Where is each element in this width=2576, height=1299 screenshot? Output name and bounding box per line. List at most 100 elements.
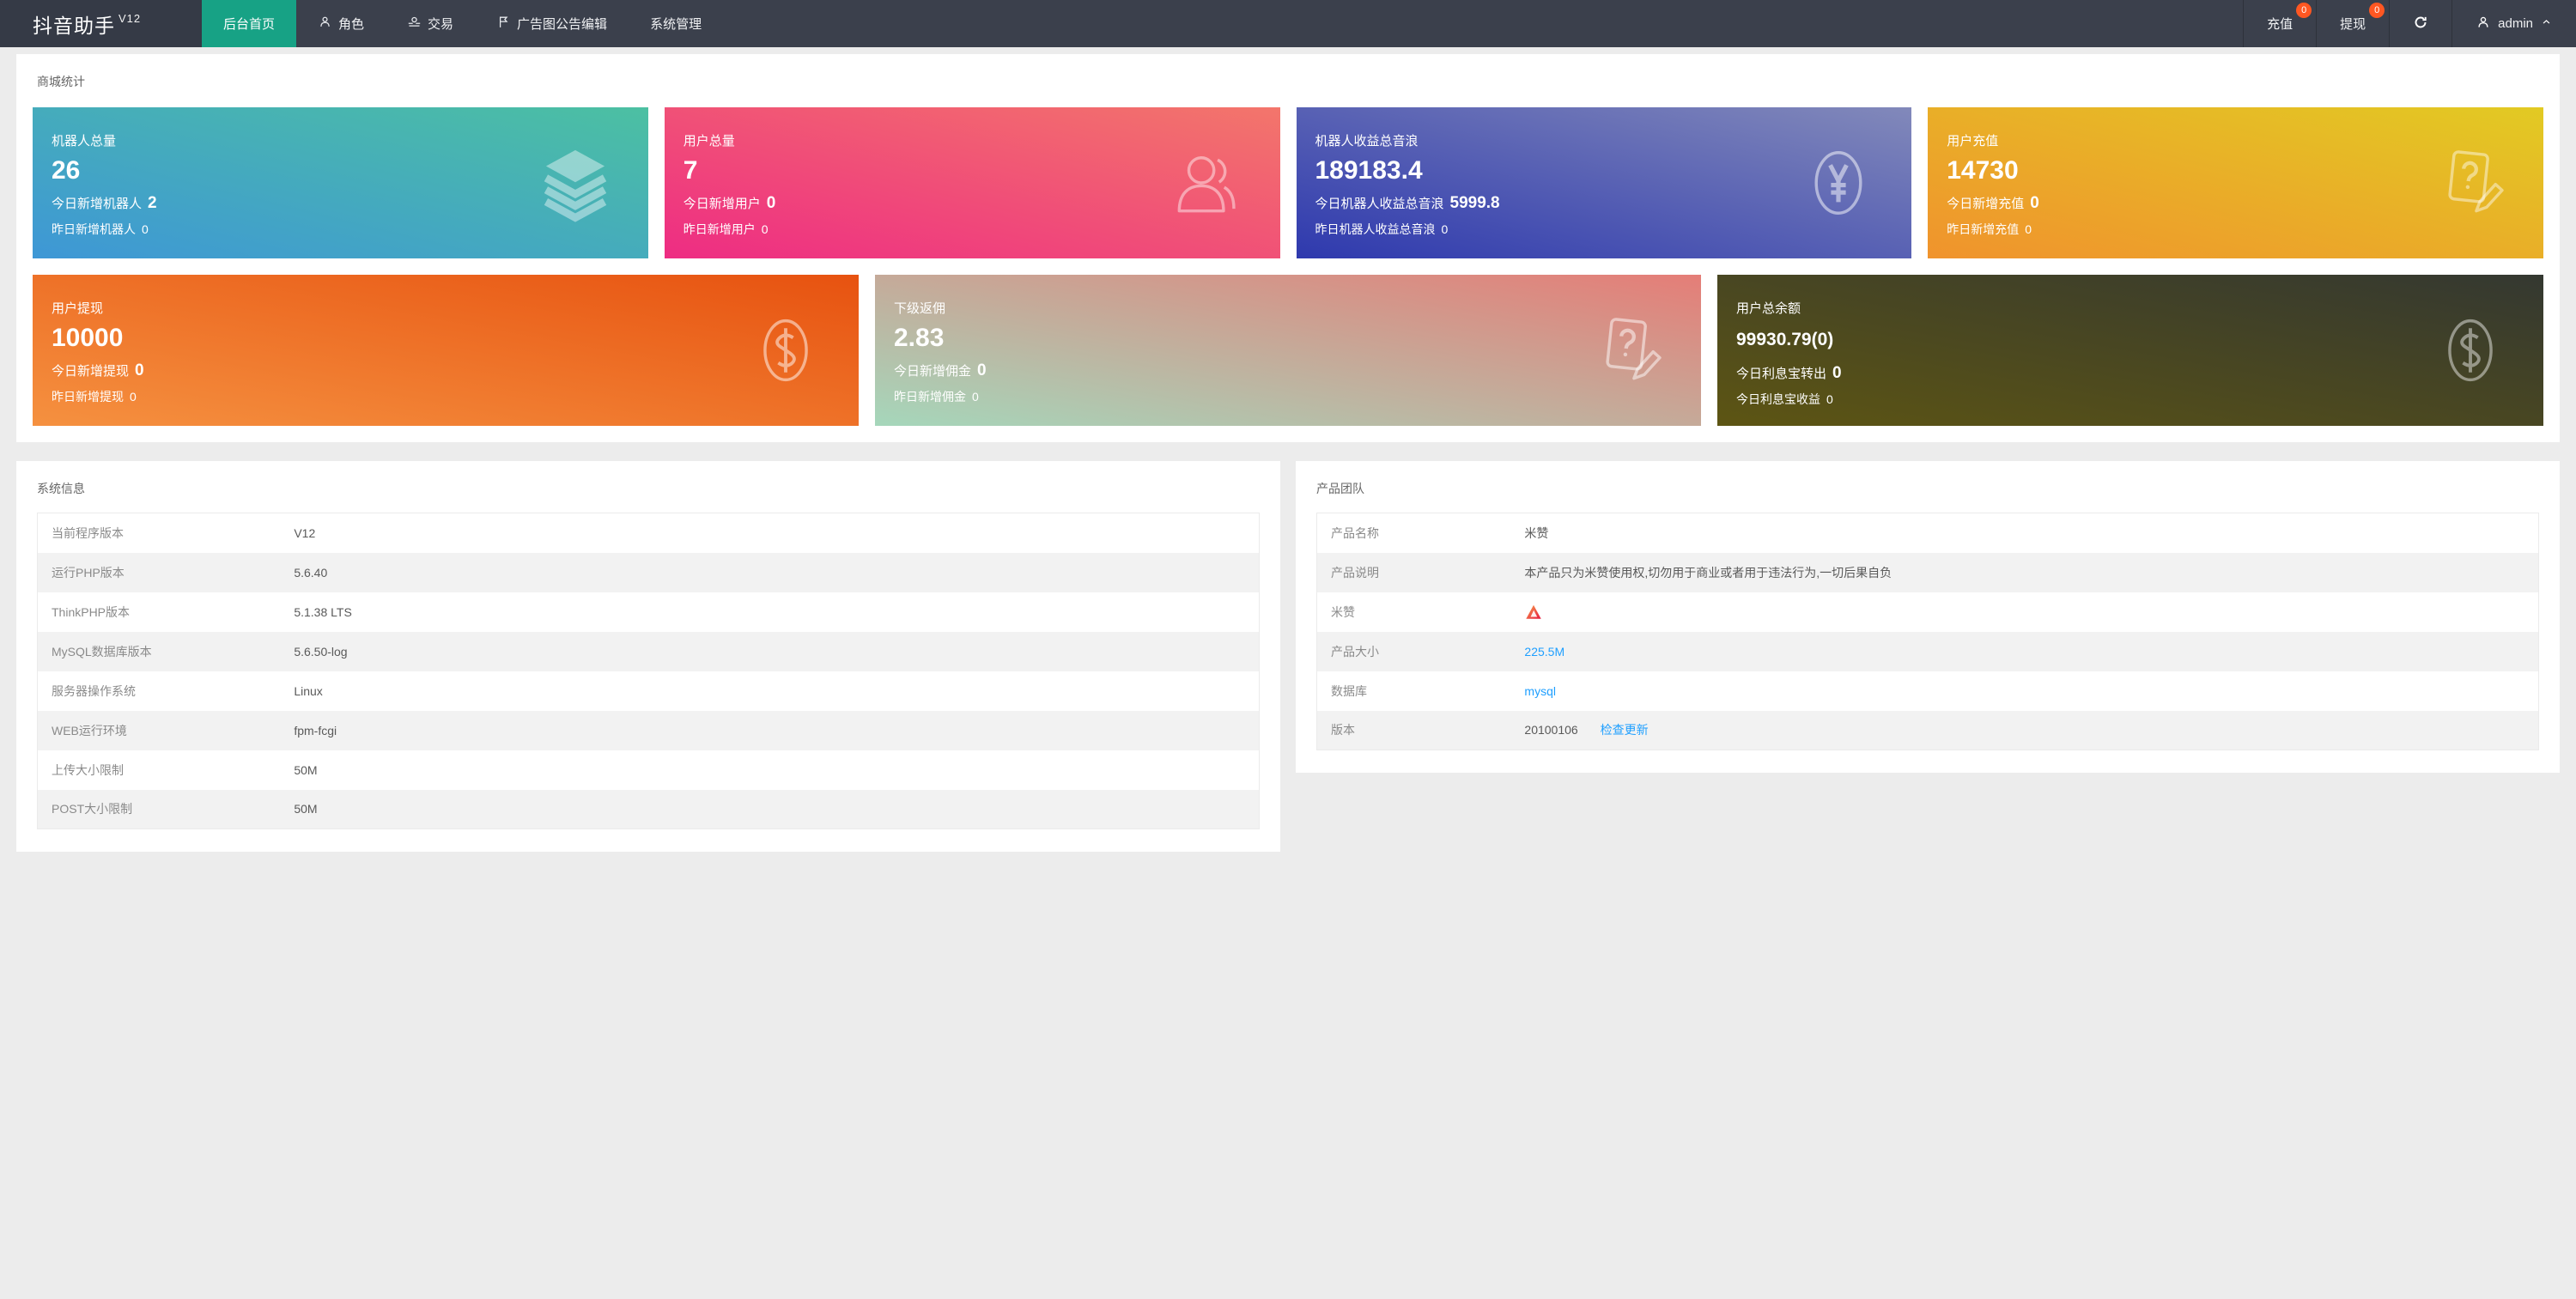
yesterday-label: 昨日新增用户 — [683, 221, 756, 238]
dollar-ellipse-icon — [2433, 313, 2507, 387]
today-label: 今日新增提现 — [52, 361, 129, 379]
row-label: 产品说明 — [1317, 553, 1525, 592]
withdraw-button[interactable]: 提现 0 — [2316, 0, 2389, 47]
row-label: 数据库 — [1317, 671, 1525, 711]
row-value: 50M — [294, 790, 1259, 829]
tab-trade[interactable]: 交易 — [386, 0, 475, 47]
row-value: 5.6.50-log — [294, 632, 1259, 671]
row-label: POST大小限制 — [38, 790, 295, 829]
table-row: 数据库mysql — [1317, 671, 2539, 711]
row-label: WEB运行环境 — [38, 711, 295, 750]
stat-card-value: 10000 — [52, 325, 859, 351]
row-value — [1524, 592, 2538, 632]
app-title: 抖音助手 — [33, 9, 115, 39]
today-value: 0 — [2030, 194, 2039, 213]
today-label: 今日新增佣金 — [894, 361, 971, 379]
stat-card-label: 用户提现 — [52, 299, 859, 317]
stat-card-yesterday: 昨日新增用户 0 — [683, 221, 1280, 238]
product-team-panel: 产品团队 产品名称米赞 产品说明本产品只为米赞使用权,切勿用于商业或者用于违法行… — [1296, 461, 2560, 773]
today-label: 今日新增充值 — [1947, 194, 2024, 212]
row-label: 当前程序版本 — [38, 513, 295, 553]
today-label: 今日新增机器人 — [52, 194, 142, 212]
yesterday-value: 0 — [762, 222, 769, 236]
file-question-icon — [1591, 313, 1665, 387]
tab-trade-label: 交易 — [428, 15, 453, 33]
row-label: 上传大小限制 — [38, 750, 295, 790]
tab-system[interactable]: 系统管理 — [629, 0, 723, 47]
yesterday-value: 0 — [142, 222, 149, 236]
row-value: 米赞 — [1524, 513, 2538, 553]
table-row: 版本 20100106 检查更新 — [1317, 711, 2539, 750]
recharge-button[interactable]: 充值 0 — [2243, 0, 2316, 47]
row-label: MySQL数据库版本 — [38, 632, 295, 671]
table-row: 运行PHP版本5.6.40 — [38, 553, 1260, 592]
stat-card-user-balance: 用户总余额 99930.79(0) 今日利息宝转出0 今日利息宝收益0 — [1717, 275, 2543, 426]
today-value: 0 — [1832, 364, 1842, 383]
stat-card-value: 2.83 — [894, 325, 1701, 351]
app-logo[interactable]: 抖音助手 V12 — [0, 0, 202, 47]
yesterday-value: 0 — [2025, 222, 2032, 236]
stat-card-sub-commission: 下级返佣 2.83 今日新增佣金0 昨日新增佣金0 — [875, 275, 1701, 426]
stat-card-robot-income: 机器人收益总音浪 189183.4 今日机器人收益总音浪5999.8 昨日机器人… — [1297, 107, 1912, 258]
table-row: WEB运行环境fpm-fcgi — [38, 711, 1260, 750]
product-team-title: 产品团队 — [1296, 461, 2560, 513]
shop-stats-panel: 商城统计 机器人总量 26 今日新增机器人2 昨日新增机器人0 用户总量 7 今… — [16, 54, 2560, 442]
table-row: 产品说明本产品只为米赞使用权,切勿用于商业或者用于违法行为,一切后果自负 — [1317, 553, 2539, 592]
nav-right-group: 充值 0 提现 0 admin — [2243, 0, 2576, 47]
yesterday-value: 0 — [972, 390, 979, 404]
tab-roles[interactable]: 角色 — [296, 0, 386, 47]
row-value: 225.5M — [1524, 632, 2538, 671]
database-link[interactable]: mysql — [1524, 684, 1556, 698]
row-label: 版本 — [1317, 711, 1525, 750]
stats-row-1: 机器人总量 26 今日新增机器人2 昨日新增机器人0 用户总量 7 今日新增用户… — [16, 107, 2560, 258]
shop-stats-title: 商城统计 — [16, 54, 2560, 107]
stat-card-yesterday: 昨日机器人收益总音浪 0 — [1315, 221, 1912, 238]
withdraw-badge: 0 — [2369, 3, 2385, 18]
tab-dashboard[interactable]: 后台首页 — [202, 0, 296, 47]
product-size-link[interactable]: 225.5M — [1524, 645, 1564, 659]
row-label: 运行PHP版本 — [38, 553, 295, 592]
today-label: 今日利息宝转出 — [1736, 364, 1826, 382]
row-value: 20100106 检查更新 — [1524, 711, 2538, 750]
stats-row-2: 用户提现 10000 今日新增提现0 昨日新增提现0 下级返佣 2.83 今日新… — [16, 275, 2560, 426]
yesterday-value: 0 — [130, 390, 137, 404]
product-team-table: 产品名称米赞 产品说明本产品只为米赞使用权,切勿用于商业或者用于违法行为,一切后… — [1316, 513, 2539, 750]
admin-user-icon — [2476, 15, 2491, 33]
user-menu[interactable]: admin — [2451, 0, 2576, 47]
chevron-up-icon — [2540, 15, 2553, 32]
refresh-button[interactable] — [2389, 0, 2451, 47]
stat-card-today: 今日新增提现 0 — [52, 361, 859, 380]
row-value: 本产品只为米赞使用权,切勿用于商业或者用于违法行为,一切后果自负 — [1524, 553, 2538, 592]
warning-triangle-icon — [1524, 603, 2538, 622]
row-value: 50M — [294, 750, 1259, 790]
stat-card-today: 今日新增佣金0 — [894, 361, 1701, 380]
table-row: 服务器操作系统Linux — [38, 671, 1260, 711]
recharge-badge: 0 — [2296, 3, 2312, 18]
today-value: 0 — [135, 361, 144, 380]
row-value: 5.1.38 LTS — [294, 592, 1259, 632]
today-label: 今日机器人收益总音浪 — [1315, 194, 1444, 212]
stat-card-today: 今日利息宝转出 0 — [1736, 364, 2543, 383]
table-row: 产品大小225.5M — [1317, 632, 2539, 671]
row-value: Linux — [294, 671, 1259, 711]
tab-dashboard-label: 后台首页 — [223, 15, 275, 33]
system-info-title: 系统信息 — [16, 461, 1280, 513]
flag-icon — [496, 15, 511, 33]
table-row: POST大小限制50M — [38, 790, 1260, 829]
today-value: 0 — [767, 194, 776, 213]
system-info-table: 当前程序版本V12 运行PHP版本5.6.40 ThinkPHP版本5.1.38… — [37, 513, 1260, 829]
yesterday-value: 0 — [1826, 392, 1833, 406]
yesterday-value: 0 — [1442, 222, 1449, 236]
system-info-panel: 系统信息 当前程序版本V12 运行PHP版本5.6.40 ThinkPHP版本5… — [16, 461, 1280, 852]
stat-card-user-total: 用户总量 7 今日新增用户0 昨日新增用户0 — [665, 107, 1280, 258]
tab-system-label: 系统管理 — [650, 15, 702, 33]
check-update-link[interactable]: 检查更新 — [1601, 723, 1649, 737]
tab-ad-notice-edit[interactable]: 广告图公告编辑 — [475, 0, 629, 47]
row-value: 5.6.40 — [294, 553, 1259, 592]
username: admin — [2498, 16, 2533, 31]
yesterday-label: 昨日机器人收益总音浪 — [1315, 221, 1436, 238]
table-row: MySQL数据库版本5.6.50-log — [38, 632, 1260, 671]
table-row: 米赞 — [1317, 592, 2539, 632]
stat-card-robot-total: 机器人总量 26 今日新增机器人2 昨日新增机器人0 — [33, 107, 648, 258]
row-value: V12 — [294, 513, 1259, 553]
